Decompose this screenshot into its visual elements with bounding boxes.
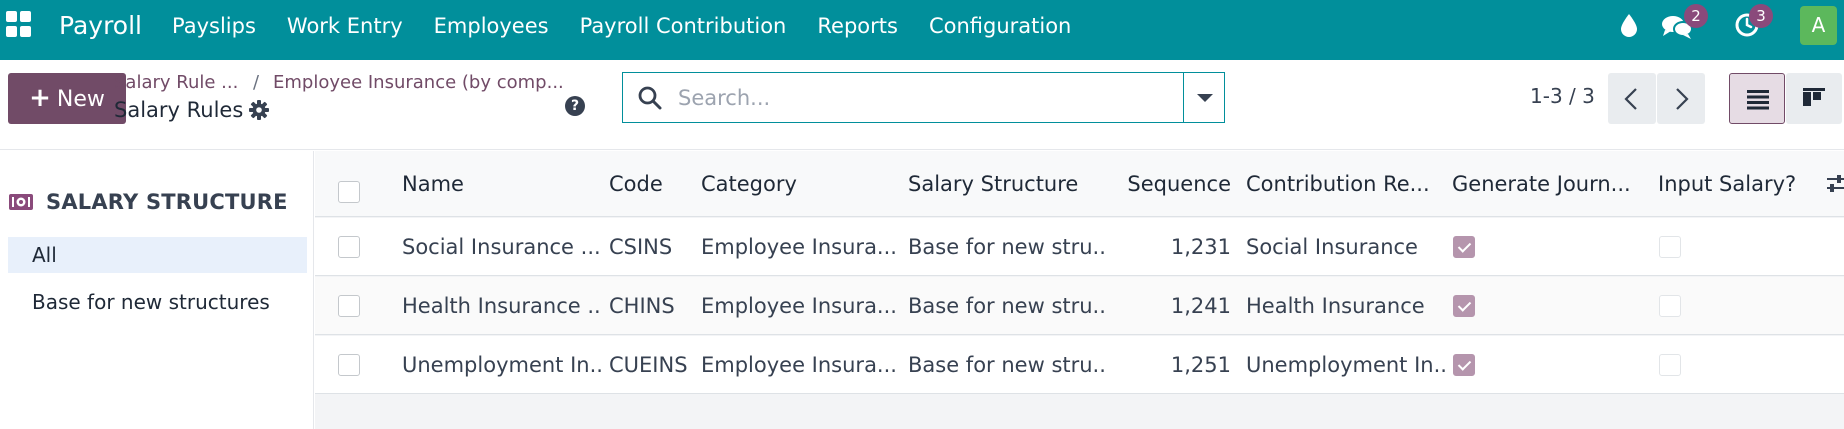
money-icon xyxy=(9,194,33,210)
kanban-view-icon xyxy=(1803,88,1825,106)
row-checkbox[interactable] xyxy=(338,354,360,376)
cell-contribution-register: Unemployment In... xyxy=(1246,353,1446,377)
cell-code: CHINS xyxy=(609,294,675,318)
cell-salary-structure: Base for new stru... xyxy=(908,294,1108,318)
salary-structure-panel-header: SALARY STRUCTURE xyxy=(8,190,288,214)
messages-badge: 2 xyxy=(1684,4,1708,28)
search-panel: SALARY STRUCTURE All Base for new struct… xyxy=(0,151,314,429)
col-sequence[interactable]: Sequence xyxy=(1115,151,1231,217)
page-title: Salary Rules xyxy=(114,98,244,122)
cell-contribution-register: Health Insurance xyxy=(1246,294,1425,318)
cell-salary-structure: Base for new stru... xyxy=(908,235,1108,259)
cell-sequence: 1,251 xyxy=(1170,353,1231,377)
panel-title: SALARY STRUCTURE xyxy=(46,190,288,214)
input-salary-checkbox xyxy=(1659,354,1681,376)
col-input-salary[interactable]: Input Salary? xyxy=(1658,151,1818,217)
droplet-icon[interactable] xyxy=(1619,13,1639,37)
menu-payslips[interactable]: Payslips xyxy=(172,12,256,40)
col-generate-journal[interactable]: Generate Journ... xyxy=(1452,151,1652,217)
list-view-icon xyxy=(1747,90,1769,110)
table-row[interactable]: Health Insurance ... CHINS Employee Insu… xyxy=(315,277,1844,335)
table-row[interactable]: Unemployment In... CUEINS Employee Insur… xyxy=(315,336,1844,394)
cell-name: Unemployment In... xyxy=(402,353,602,377)
apps-grid-icon[interactable] xyxy=(6,11,32,37)
row-checkbox[interactable] xyxy=(338,236,360,258)
table-row[interactable]: Social Insurance ... CSINS Employee Insu… xyxy=(315,218,1844,276)
pager-value[interactable]: 1-3 / 3 xyxy=(1530,84,1595,108)
cell-code: CUEINS xyxy=(609,353,688,377)
cell-name: Health Insurance ... xyxy=(402,294,602,318)
generate-journal-checkbox xyxy=(1453,354,1475,376)
search-icon xyxy=(638,86,662,110)
input-salary-checkbox xyxy=(1659,295,1681,317)
col-category[interactable]: Category xyxy=(701,151,891,217)
panel-item-base-structures[interactable]: Base for new structures xyxy=(8,284,307,320)
select-all-checkbox[interactable] xyxy=(338,181,360,203)
list-view-button[interactable] xyxy=(1729,73,1785,124)
search-input[interactable] xyxy=(678,79,1173,117)
cell-sequence: 1,241 xyxy=(1170,294,1231,318)
pager-next-button[interactable] xyxy=(1657,73,1705,124)
col-code[interactable]: Code xyxy=(609,151,689,217)
search-bar xyxy=(622,72,1183,123)
cell-code: CSINS xyxy=(609,235,673,259)
chevron-left-icon xyxy=(1624,88,1637,110)
cell-category: Employee Insura... xyxy=(701,353,897,377)
new-button-label: New xyxy=(56,87,105,112)
pager-previous-button[interactable] xyxy=(1608,73,1656,124)
cell-salary-structure: Base for new stru... xyxy=(908,353,1108,377)
menu-configuration[interactable]: Configuration xyxy=(929,12,1071,40)
main-menu: Payslips Work Entry Employees Payroll Co… xyxy=(172,12,1102,40)
app-brand[interactable]: Payroll xyxy=(59,10,142,42)
col-contribution-register[interactable]: Contribution Re... xyxy=(1246,151,1446,217)
search-options-toggle[interactable] xyxy=(1183,72,1225,123)
generate-journal-checkbox xyxy=(1453,295,1475,317)
cell-sequence: 1,231 xyxy=(1170,235,1231,259)
kanban-view-button[interactable] xyxy=(1786,73,1842,124)
breadcrumb-employee-insurance[interactable]: Employee Insurance (by comp... xyxy=(273,72,564,93)
col-name[interactable]: Name xyxy=(402,151,552,217)
menu-work-entry[interactable]: Work Entry xyxy=(287,12,403,40)
panel-item-all[interactable]: All xyxy=(8,237,307,273)
activities-badge: 3 xyxy=(1749,4,1773,28)
control-panel: + New Salary Rule ... / Employee Insuranc… xyxy=(0,60,1844,150)
input-salary-checkbox xyxy=(1659,236,1681,258)
cell-category: Employee Insura... xyxy=(701,294,897,318)
menu-payroll-contribution[interactable]: Payroll Contribution xyxy=(580,12,787,40)
plus-icon: + xyxy=(29,83,51,113)
breadcrumb-salary-rule[interactable]: Salary Rule ... xyxy=(114,72,238,93)
breadcrumb-separator: / xyxy=(253,72,260,93)
cell-name: Social Insurance ... xyxy=(402,235,601,259)
user-avatar[interactable]: A xyxy=(1800,6,1837,45)
cell-contribution-register: Social Insurance xyxy=(1246,235,1418,259)
table-header: Name Code Category Salary Structure Sequ… xyxy=(315,151,1844,217)
generate-journal-checkbox xyxy=(1453,236,1475,258)
gear-icon[interactable] xyxy=(248,99,270,121)
column-options-icon[interactable] xyxy=(1827,173,1844,195)
row-checkbox[interactable] xyxy=(338,295,360,317)
help-icon[interactable]: ? xyxy=(565,96,585,116)
list-view: Name Code Category Salary Structure Sequ… xyxy=(315,151,1844,429)
cell-category: Employee Insura... xyxy=(701,235,897,259)
menu-employees[interactable]: Employees xyxy=(434,12,549,40)
new-button[interactable]: + New xyxy=(8,73,126,124)
col-salary-structure[interactable]: Salary Structure xyxy=(908,151,1098,217)
chevron-right-icon xyxy=(1676,88,1689,110)
top-navbar: Payroll Payslips Work Entry Employees Pa… xyxy=(0,0,1844,60)
menu-reports[interactable]: Reports xyxy=(817,12,898,40)
